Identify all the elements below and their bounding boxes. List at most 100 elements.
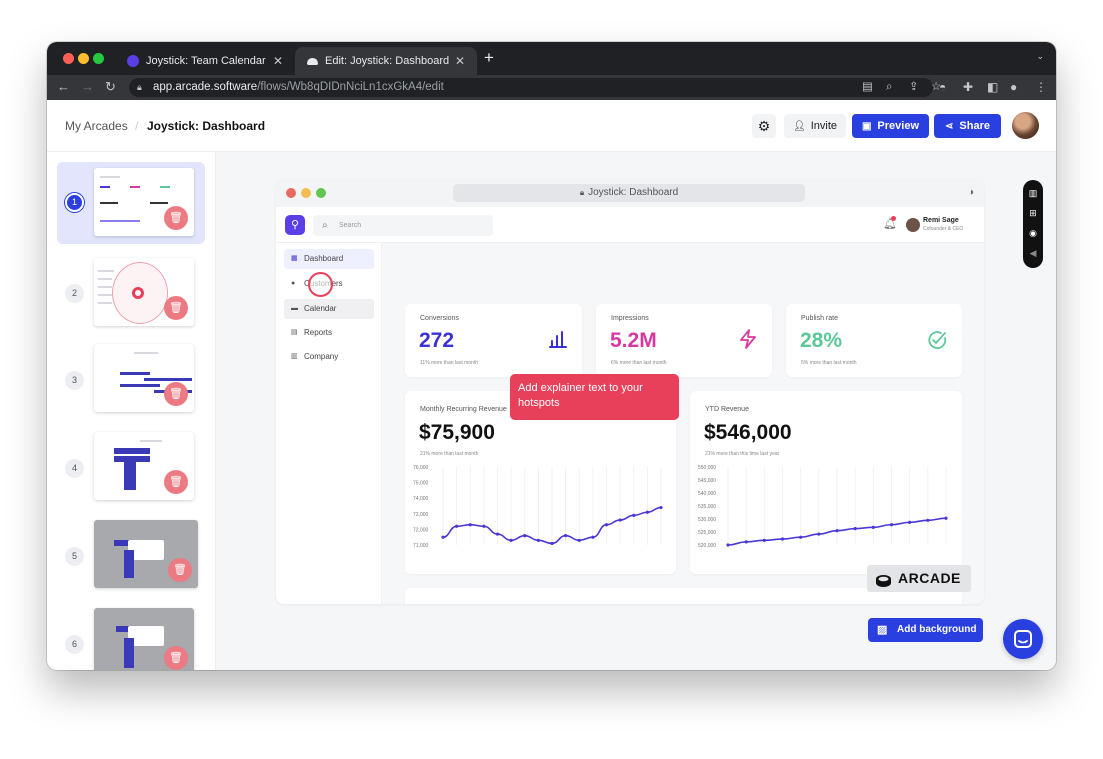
nav-label: Company [304, 352, 339, 361]
extensions-puzzle-icon[interactable]: ✚ [963, 79, 973, 95]
lightning-icon [740, 329, 756, 349]
mrr-y-tick: 71,000 [413, 543, 429, 549]
breadcrumb-my-arcades[interactable]: My Arcades [65, 119, 128, 133]
delete-step-button[interactable]: 🗑︎ [164, 646, 188, 670]
ytd-data-point [744, 540, 748, 544]
step-item-2[interactable]: 2 🗑︎ [57, 250, 205, 332]
joystick-logo-icon: ⚲ [285, 215, 305, 235]
captured-search-input: ⌕ Search [313, 215, 493, 236]
ytd-value: $546,000 [704, 421, 792, 444]
reload-icon[interactable]: ↻ [105, 79, 116, 95]
zoom-icon[interactable]: ⌕ [886, 78, 892, 97]
forward-arrow-icon[interactable]: → [81, 79, 94, 95]
mrr-data-point [577, 538, 581, 542]
calendar-icon: ▬ [291, 305, 298, 312]
delete-step-button[interactable]: 🗑︎ [168, 558, 192, 582]
step-thumbnail[interactable]: 🗑︎ [94, 608, 194, 670]
mrr-data-point [509, 538, 513, 542]
step-item-6[interactable]: 6 🗑︎ [57, 600, 205, 670]
hotspot-marker[interactable] [308, 272, 333, 297]
nav-label: Reports [304, 328, 333, 337]
sidebar-toggle-icon[interactable]: ◧ [987, 79, 998, 95]
kpi-card-impressions: Impressions 5.2M 6% more than last month [596, 304, 772, 377]
new-tab-plus-icon[interactable]: + [484, 48, 494, 68]
chart-tool-icon[interactable]: ▥ [1028, 188, 1038, 198]
add-background-button[interactable]: ▨ Add background [868, 618, 983, 642]
step-thumbnail[interactable]: 🗑︎ [94, 432, 194, 500]
step-item-4[interactable]: 4 🗑︎ [57, 424, 205, 506]
step-number: 4 [65, 459, 84, 478]
add-background-label: Add background [897, 624, 977, 635]
browser-menu-icon[interactable]: ⋮ [1035, 79, 1047, 95]
kpi-sub: 5% more than last month [801, 360, 857, 366]
address-toolbar: ← → ↻ 🔒︎ app.arcade.software/flows/Wb8qD… [47, 75, 1056, 100]
watermark-text: ARCADE [898, 570, 961, 586]
user-avatar[interactable] [1012, 112, 1039, 139]
kpi-value: 272 [419, 329, 455, 352]
mrr-data-point [564, 534, 568, 538]
share-page-icon[interactable]: ⇪ [909, 78, 919, 97]
audio-icon[interactable]: ◀ [1028, 248, 1038, 258]
invite-button[interactable]: 👤︎ Invite [784, 114, 846, 138]
chat-support-button[interactable] [1003, 619, 1043, 659]
mrr-y-tick: 75,000 [413, 481, 429, 487]
mrr-label: Monthly Recurring Revenue [420, 406, 507, 413]
close-window-button[interactable] [63, 53, 74, 64]
ytd-y-tick: 520,000 [698, 543, 716, 549]
ytd-data-point [853, 527, 857, 531]
delete-step-button[interactable]: 🗑︎ [164, 206, 188, 230]
kpi-sub: 11% more than last month [420, 360, 478, 366]
close-tab-icon[interactable]: ✕ [455, 54, 465, 68]
step-item-3[interactable]: 3 🗑︎ [57, 336, 205, 418]
captured-sidebar: ▦Dashboard ●Customers ▬Calendar ▤Reports… [276, 243, 382, 604]
share-button[interactable]: ⋖ Share [934, 114, 1001, 138]
mrr-data-point [536, 538, 540, 542]
maximize-window-button[interactable] [93, 53, 104, 64]
preview-button[interactable]: ▣ Preview [852, 114, 929, 138]
step-thumbnail[interactable]: 🗑︎ [94, 168, 194, 236]
step-item-5[interactable]: 5 🗑︎ [57, 512, 205, 594]
user-icon: ● [291, 280, 296, 287]
tab-label: Edit: Joystick: Dashboard [325, 55, 450, 67]
mrr-data-point [482, 524, 486, 528]
tab-search-chevron-icon[interactable]: ⌄ [1036, 51, 1044, 62]
lock-icon: 🔒︎ [137, 82, 142, 92]
mrr-data-point [495, 532, 500, 536]
step-thumbnail[interactable]: 🗑︎ [94, 344, 194, 412]
tab-edit-dashboard[interactable]: Edit: Joystick: Dashboard ✕ [295, 47, 477, 75]
tab-team-calendar[interactable]: Joystick: Team Calendar ✕ [115, 47, 295, 75]
arcade-extension-icon[interactable]: ◓ [939, 79, 946, 95]
gear-icon: ⚙ [757, 117, 771, 134]
ytd-y-tick: 525,000 [698, 530, 716, 536]
editor-canvas: 🔒︎ Joystick: Dashboard ◑ ⚲ ⌕ Search 🔔︎ Re… [217, 152, 1056, 670]
delete-step-button[interactable]: 🗑︎ [164, 296, 188, 320]
ytd-data-point [944, 516, 948, 520]
close-tab-icon[interactable]: ✕ [273, 54, 283, 68]
profile-icon[interactable]: ● [1010, 79, 1017, 95]
captured-nav-calendar: ▬ Calendar [284, 299, 374, 319]
settings-button[interactable]: ⚙ [752, 114, 776, 138]
tab-label: Joystick: Team Calendar [146, 55, 266, 67]
mrr-y-tick: 72,000 [413, 527, 429, 533]
captured-maximize-dot [316, 188, 326, 198]
ytd-line-chart: 550,000 545,000 540,000 535,000 530,000 525,0… [698, 465, 948, 549]
lock-icon: 🔒︎ [579, 188, 585, 197]
step-thumbnail[interactable]: 🗑︎ [94, 520, 198, 588]
step-number: 6 [65, 635, 84, 654]
ytd-data-point [817, 532, 821, 536]
minimize-window-button[interactable] [78, 53, 89, 64]
clipboard-icon[interactable]: ▤ [862, 78, 873, 97]
back-arrow-icon[interactable]: ← [57, 79, 70, 95]
mrr-line-chart: 76,000 75,000 74,000 73,000 72,000 71,000 [413, 465, 663, 549]
delete-step-button[interactable]: 🗑︎ [164, 470, 188, 494]
url-bar[interactable]: 🔒︎ app.arcade.software/flows/Wb8qDIDnNci… [129, 78, 941, 97]
step-item-1[interactable]: 1 🗑︎ [57, 162, 205, 244]
record-icon[interactable]: ◉ [1028, 228, 1038, 238]
step-thumbnail[interactable]: 🗑︎ [94, 258, 194, 326]
hotspot-tooltip[interactable]: Add explainer text to your hotspots [510, 374, 679, 420]
ytd-data-point [889, 523, 894, 527]
ytd-data-point [871, 525, 875, 529]
ytd-data-point [908, 520, 912, 524]
add-image-icon[interactable]: ⊞ [1028, 208, 1038, 218]
delete-step-button[interactable]: 🗑︎ [164, 382, 188, 406]
